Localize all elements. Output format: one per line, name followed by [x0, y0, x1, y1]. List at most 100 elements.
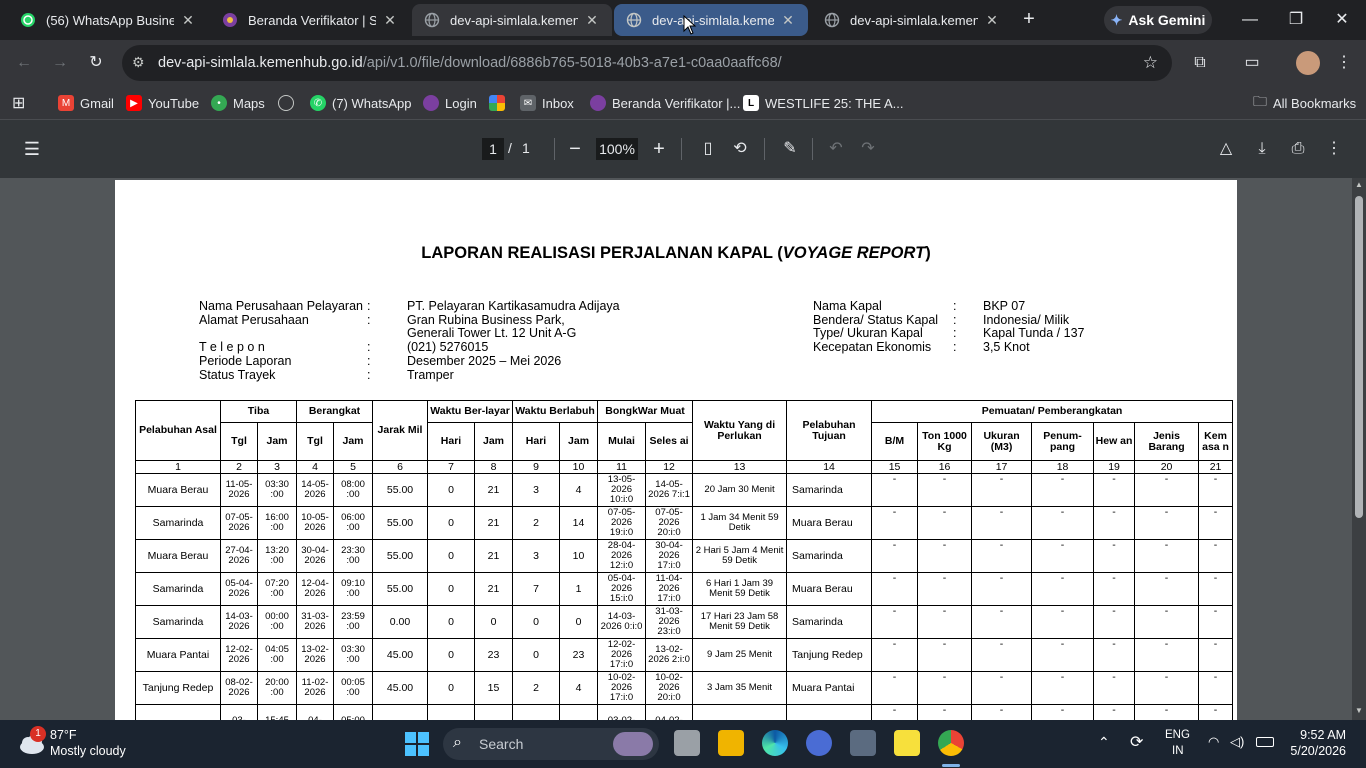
wifi-icon[interactable]: ◠ — [1208, 734, 1219, 750]
tab-dev-api-3[interactable]: dev-api-simlala.kemenhub ✕ — [812, 4, 1012, 36]
undo-icon[interactable]: ↶ — [824, 137, 848, 161]
bookmark-inbox[interactable]: ✉ Inbox — [520, 92, 574, 114]
header-tgl: Tgl — [220, 422, 258, 461]
table-cell: - — [971, 506, 1033, 540]
bookmark-westlife[interactable]: L WESTLIFE 25: THE A... — [743, 92, 903, 114]
clock-time[interactable]: 9:52 AM — [1290, 728, 1346, 742]
bookmark-youtube[interactable]: ▶ YouTube — [126, 92, 199, 114]
chrome-icon[interactable] — [938, 730, 964, 756]
annotate-pen-icon[interactable]: ✎ — [778, 137, 802, 161]
close-icon[interactable]: ✕ — [984, 12, 1000, 28]
menu-kebab-icon[interactable]: ⋮ — [1332, 51, 1356, 75]
ship-info-labels: Nama Kapal Bendera/ Status Kapal Type/ Uku… — [813, 299, 938, 355]
scroll-up-icon[interactable]: ▲ — [1355, 180, 1363, 189]
column-number: 5 — [332, 460, 374, 474]
table-cell: - — [1093, 473, 1136, 507]
table-cell: Samarinda — [135, 506, 221, 540]
header-bongkar-muat: BongkWar Muat — [597, 400, 694, 423]
tab-dev-api-2[interactable]: dev-api-simlala.kemenhub ✕ — [614, 4, 808, 36]
windows-start-icon[interactable] — [405, 732, 429, 756]
tab-dev-api-1[interactable]: dev-api-simlala.kemenhub ✕ — [412, 4, 612, 36]
globe-icon[interactable] — [278, 92, 294, 114]
print-icon[interactable]: ⎙ — [1286, 137, 1310, 161]
whatsapp-icon: ✆ — [310, 95, 326, 111]
table-cell: - — [917, 506, 973, 540]
vertical-scrollbar[interactable]: ▲ ▼ — [1352, 178, 1366, 720]
bookmark-star-icon[interactable]: ☆ — [1143, 53, 1158, 73]
sticky-notes-icon[interactable] — [894, 730, 920, 756]
table-cell: - — [917, 473, 973, 507]
pdf-viewer[interactable]: LAPORAN REALISASI PERJALANAN KAPAL (VOYA… — [0, 178, 1366, 720]
drive-save-icon[interactable]: △ — [1214, 137, 1238, 161]
table-cell: 16:00 :00 — [257, 506, 297, 540]
zoom-in-icon[interactable]: + — [647, 137, 671, 161]
pinwheel-icon[interactable] — [489, 92, 505, 114]
volume-icon[interactable]: ◁) — [1230, 734, 1244, 750]
apps-grid-icon[interactable]: ⊞ — [12, 92, 25, 114]
zoom-out-icon[interactable]: − — [563, 137, 587, 161]
table-cell: 21 — [474, 539, 514, 573]
table-cell — [786, 704, 873, 720]
address-bar[interactable]: ⚙ dev-api-simlala.kemenhub.go.id/api/v1.… — [122, 45, 1172, 81]
more-options-icon[interactable]: ⋮ — [1322, 137, 1346, 161]
bookmark-login[interactable]: Login — [423, 92, 477, 114]
battery-icon[interactable] — [1256, 737, 1274, 747]
tab-whatsapp-business[interactable]: (56) WhatsApp Business ✕ — [8, 4, 208, 36]
table-cell: 11-04-2026 17:i:0 — [645, 572, 694, 606]
scroll-down-icon[interactable]: ▼ — [1355, 706, 1363, 715]
sync-icon[interactable]: ⟳ — [1130, 732, 1143, 752]
site-info-icon[interactable]: ⚙ — [132, 54, 145, 71]
hamburger-menu-icon[interactable]: ☰ — [20, 137, 44, 161]
close-icon[interactable]: ✕ — [584, 12, 600, 28]
file-explorer-icon[interactable] — [718, 730, 744, 756]
new-tab-button[interactable]: + — [1018, 9, 1040, 31]
weather-desc[interactable]: Mostly cloudy — [50, 744, 126, 758]
edge-icon[interactable] — [762, 730, 788, 756]
table-cell: - — [871, 605, 919, 639]
profile-avatar[interactable] — [1296, 51, 1320, 75]
close-icon[interactable]: ✕ — [780, 12, 796, 28]
language-bottom[interactable]: IN — [1172, 745, 1184, 757]
left-value: Tramper — [407, 367, 454, 382]
bookmark-whatsapp[interactable]: ✆ (7) WhatsApp — [310, 92, 411, 114]
ask-gemini-button[interactable]: ✦ Ask Gemini — [1104, 6, 1212, 34]
language-top[interactable]: ENG — [1165, 729, 1190, 741]
maximize-icon[interactable]: ❐ — [1284, 8, 1308, 32]
zoom-input[interactable]: 100% — [596, 138, 638, 160]
divider — [812, 138, 813, 160]
app-icon[interactable] — [806, 730, 832, 756]
tab-beranda-verifikator[interactable]: Beranda Verifikator | Sim ✕ — [210, 4, 410, 36]
clock-date[interactable]: 5/20/2026 — [1280, 744, 1346, 758]
camera-icon[interactable] — [850, 730, 876, 756]
left-value: (021) 5276015 — [407, 340, 489, 355]
bookmark-beranda-verifikator[interactable]: Beranda Verifikator |... — [590, 92, 740, 114]
extensions-icon[interactable]: ⧉ — [1188, 51, 1212, 75]
fit-page-icon[interactable]: ▯ — [696, 137, 720, 161]
bookmark-gmail[interactable]: M Gmail — [58, 92, 114, 114]
page-number-input[interactable]: 1 — [482, 138, 504, 160]
scrollbar-thumb[interactable] — [1355, 196, 1363, 518]
download-icon[interactable]: ⤓ — [1250, 137, 1274, 161]
header-tujuan: Pelabuhan Tujuan — [786, 400, 873, 461]
close-icon[interactable]: ✕ — [180, 12, 196, 28]
bookmark-maps[interactable]: • Maps — [211, 92, 265, 114]
close-icon[interactable]: ✕ — [382, 12, 398, 28]
minimize-icon[interactable]: — — [1238, 8, 1262, 32]
reading-mode-icon[interactable]: ▭ — [1240, 51, 1264, 75]
taskbar-search[interactable]: ⌕ Search — [443, 728, 659, 760]
table-cell: - — [1093, 605, 1136, 639]
all-bookmarks[interactable]: 🗀 All Bookmarks — [1253, 92, 1356, 114]
redo-icon[interactable]: ↷ — [856, 137, 880, 161]
forward-arrow-icon[interactable]: → — [48, 51, 72, 75]
header-hari: Hari — [512, 422, 561, 461]
chevron-up-icon[interactable]: ⌃ — [1098, 734, 1110, 751]
rotate-icon[interactable]: ⟲ — [728, 137, 752, 161]
task-view-icon[interactable] — [674, 730, 700, 756]
header-jam: Jam — [332, 422, 374, 461]
table-cell: 12-02-2026 — [220, 638, 258, 672]
reload-icon[interactable]: ↻ — [84, 51, 108, 75]
weather-temp[interactable]: 87°F — [50, 728, 77, 742]
table-cell: - — [871, 473, 919, 507]
back-arrow-icon[interactable]: ← — [12, 51, 36, 75]
close-window-icon[interactable]: ✕ — [1330, 8, 1354, 32]
